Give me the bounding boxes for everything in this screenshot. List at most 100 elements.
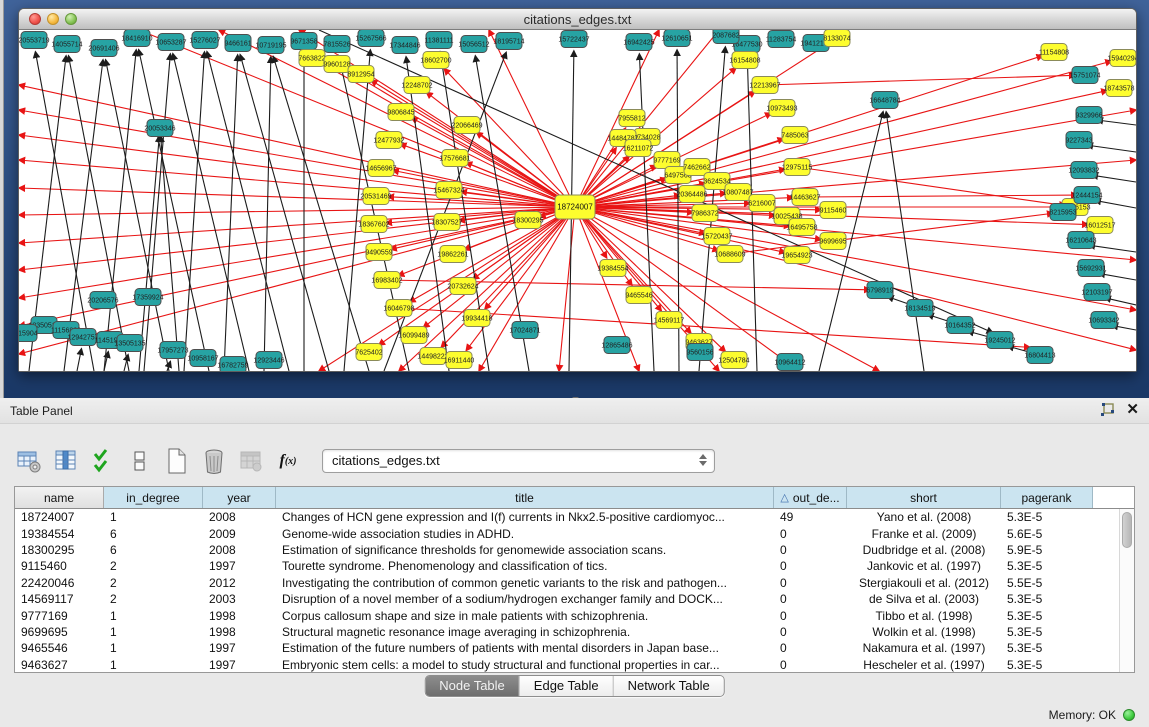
select-rows-icon[interactable] [90,447,116,475]
network-node[interactable]: 16942425 [623,34,654,51]
column-header-name[interactable]: name [15,487,104,508]
scrollbar-thumb[interactable] [1122,512,1132,548]
new-table-icon[interactable] [164,447,190,475]
tab-network-table[interactable]: Network Table [614,676,724,696]
network-node[interactable]: 10973493 [766,100,797,117]
column-header-short[interactable]: short [847,487,1001,508]
network-node[interactable]: 12093832 [1068,162,1099,179]
network-node[interactable]: 8912954 [347,66,374,83]
network-node[interactable]: 18416910 [121,30,152,47]
network-node[interactable]: 18743578 [1103,80,1134,97]
network-node[interactable]: 8133074 [823,30,850,47]
network-node[interactable]: 15056512 [458,36,489,53]
network-node[interactable]: 14463627 [789,189,820,206]
network-node[interactable]: 12504784 [718,352,749,369]
network-node[interactable]: 19654923 [781,247,812,264]
network-node[interactable]: 20364486 [676,186,707,203]
network-node[interactable]: 13505135 [114,335,145,352]
network-node[interactable]: 12213967 [749,77,780,94]
network-node[interactable]: 17359924 [132,289,163,306]
network-node[interactable]: 14656967 [365,160,396,177]
table-selector-dropdown[interactable]: citations_edges.txt [322,449,715,473]
network-node[interactable]: 16648784 [869,92,900,109]
column-header-in-degree[interactable]: in_degree [104,487,203,508]
network-node[interactable]: 18195714 [493,33,524,50]
network-node[interactable]: 9806845 [387,104,414,121]
network-node[interactable]: 15267566 [355,30,386,47]
network-node[interactable]: 16211072 [623,140,654,157]
network-node[interactable]: 7955812 [618,110,645,127]
network-node[interactable]: 20732624 [447,278,478,295]
network-node[interactable]: 9466161 [224,35,251,52]
network-node[interactable]: 11154808 [1039,44,1069,61]
column-header-title[interactable]: title [276,487,774,508]
network-node[interactable]: 14569117 [654,312,685,329]
network-node[interactable]: 10719195 [255,37,286,54]
network-node[interactable]: 3915904 [19,325,38,342]
network-node[interactable]: 19384554 [597,260,628,277]
network-node[interactable]: 15467324 [433,182,464,199]
column-header-out-de-[interactable]: △out_de... [774,487,847,508]
network-node[interactable]: 16154808 [729,52,760,69]
function-builder-icon[interactable]: f(x) [275,447,301,475]
network-node[interactable]: 8215953 [1049,204,1076,221]
network-node[interactable]: 16099489 [398,327,429,344]
network-node[interactable]: 20691406 [88,40,119,57]
network-node[interactable]: 16911440 [444,352,475,369]
network-node[interactable]: 12103197 [1081,284,1112,301]
network-node[interactable]: 10964412 [774,354,805,371]
network-node[interactable]: 15940294 [1107,50,1136,67]
table-row[interactable]: 911546021997Tourette syndrome. Phenomeno… [15,558,1119,574]
row-height-icon[interactable] [127,447,153,475]
network-node[interactable]: 9699695 [819,233,846,250]
network-node[interactable]: 20531469 [360,188,391,205]
network-node[interactable]: 12477932 [373,132,404,149]
network-node[interactable]: 11283754 [766,31,797,48]
table-row[interactable]: 1456911722003Disruption of a novel membe… [15,591,1119,607]
network-node[interactable]: 7663822 [298,50,325,67]
column-header-pagerank[interactable]: pagerank [1001,487,1093,508]
network-node[interactable]: 15751074 [1069,67,1100,84]
network-node[interactable]: 16782759 [217,357,248,372]
network-node[interactable]: 22066469 [451,117,482,134]
network-node[interactable]: 10164352 [944,317,975,334]
network-node[interactable]: 17024871 [509,322,540,339]
table-row[interactable]: 977716911998Corpus callosum shape and si… [15,607,1119,623]
delete-table-icon[interactable] [201,447,227,475]
network-node[interactable]: 18307527 [431,214,462,231]
table-row[interactable]: 946554611997Estimation of the future num… [15,640,1119,656]
network-node[interactable]: 19934418 [461,310,492,327]
network-node[interactable]: 10693342 [1088,312,1119,329]
network-node[interactable]: 16046798 [383,300,414,317]
network-node[interactable]: 7986372 [691,205,718,222]
network-node[interactable]: 12975115 [782,159,813,176]
network-node[interactable]: 18602700 [420,52,451,69]
network-node[interactable]: 15720437 [701,228,732,245]
network-node[interactable]: 15692931 [1075,260,1106,277]
network-node[interactable]: 16210643 [1065,232,1096,249]
network-node[interactable]: 7815526 [323,36,350,53]
network-node[interactable]: 7625402 [355,344,382,361]
network-node[interactable]: 9671358 [290,33,317,50]
network-node[interactable]: 12923446 [253,352,284,369]
network-node[interactable]: 18367602 [358,216,389,233]
float-panel-icon[interactable] [1099,402,1116,418]
network-node[interactable]: 12610651 [661,30,692,47]
network-node[interactable]: 19862261 [437,246,468,263]
network-node[interactable]: 10653287 [155,34,186,51]
network-node[interactable]: 10688609 [714,246,745,263]
network-window-titlebar[interactable]: citations_edges.txt [19,9,1136,30]
table-row[interactable]: 946362711997Embryonic stem cells: a mode… [15,657,1119,672]
network-node[interactable]: 18134519 [904,300,935,317]
column-header-year[interactable]: year [203,487,276,508]
network-node[interactable]: 19245012 [984,332,1015,349]
table-row[interactable]: 1830029562008Estimation of significance … [15,542,1119,558]
table-row[interactable]: 969969511998Structural magnetic resonanc… [15,624,1119,640]
network-node[interactable]: 9490559 [365,244,392,261]
network-node[interactable]: 16804413 [1024,347,1055,364]
network-node[interactable]: 15276027 [189,32,220,49]
network-node[interactable]: 9329966 [1075,107,1102,124]
tab-edge-table[interactable]: Edge Table [520,676,614,696]
network-node[interactable]: 9465546 [625,287,652,304]
network-node[interactable]: 15722437 [558,31,589,48]
